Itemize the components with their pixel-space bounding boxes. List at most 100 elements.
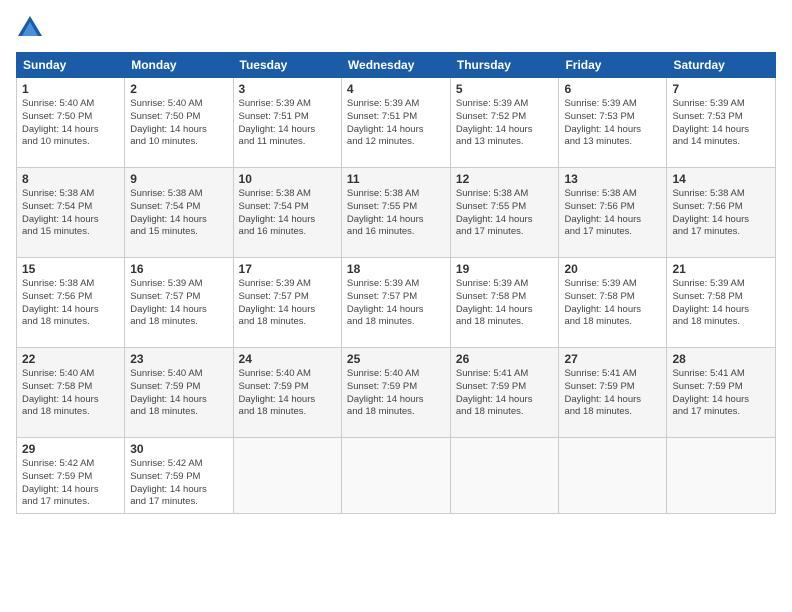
- day-number: 27: [564, 352, 661, 366]
- calendar-cell: 28 Sunrise: 5:41 AM Sunset: 7:59 PM Dayli…: [667, 348, 776, 438]
- calendar-cell: 16 Sunrise: 5:39 AM Sunset: 7:57 PM Dayli…: [125, 258, 233, 348]
- day-info: Sunrise: 5:39 AM Sunset: 7:52 PM Dayligh…: [456, 98, 554, 149]
- day-info: Sunrise: 5:39 AM Sunset: 7:53 PM Dayligh…: [564, 98, 661, 149]
- calendar-cell: 10Sunrise: 5:38 AM Sunset: 7:54 PM Dayli…: [233, 168, 341, 258]
- logo: [16, 14, 48, 42]
- calendar-cell: [341, 438, 450, 514]
- day-number: 1: [22, 82, 119, 96]
- day-number: 28: [672, 352, 770, 366]
- calendar-cell: 13 Sunrise: 5:38 AM Sunset: 7:56 PM Dayli…: [559, 168, 667, 258]
- day-info: Sunrise: 5:39 AM Sunset: 7:53 PM Dayligh…: [672, 98, 770, 149]
- day-info: Sunrise: 5:41 AM Sunset: 7:59 PM Dayligh…: [564, 368, 661, 419]
- calendar-week-row: 1 Sunrise: 5:40 AM Sunset: 7:50 PM Daylig…: [17, 78, 776, 168]
- logo-icon: [16, 14, 44, 42]
- calendar-week-row: 15 Sunrise: 5:38 AM Sunset: 7:56 PM Dayli…: [17, 258, 776, 348]
- day-number: 26: [456, 352, 554, 366]
- day-info: Sunrise: 5:41 AM Sunset: 7:59 PM Dayligh…: [672, 368, 770, 419]
- day-number: 13: [564, 172, 661, 186]
- day-number: 23: [130, 352, 227, 366]
- day-info: Sunrise: 5:38 AM Sunset: 7:56 PM Dayligh…: [564, 188, 661, 239]
- calendar-cell: 18 Sunrise: 5:39 AM Sunset: 7:57 PM Dayli…: [341, 258, 450, 348]
- calendar-cell: 21 Sunrise: 5:39 AM Sunset: 7:58 PM Dayli…: [667, 258, 776, 348]
- day-number: 20: [564, 262, 661, 276]
- day-number: 9: [130, 172, 227, 186]
- day-info: Sunrise: 5:38 AM Sunset: 7:54 PM Dayligh…: [239, 188, 336, 239]
- day-info: Sunrise: 5:40 AM Sunset: 7:50 PM Dayligh…: [22, 98, 119, 149]
- calendar-header-row: SundayMondayTuesdayWednesdayThursdayFrid…: [17, 53, 776, 78]
- day-number: 12: [456, 172, 554, 186]
- day-number: 15: [22, 262, 119, 276]
- day-info: Sunrise: 5:39 AM Sunset: 7:57 PM Dayligh…: [347, 278, 445, 329]
- calendar-header-tuesday: Tuesday: [233, 53, 341, 78]
- calendar-cell: 20 Sunrise: 5:39 AM Sunset: 7:58 PM Dayli…: [559, 258, 667, 348]
- day-number: 14: [672, 172, 770, 186]
- day-number: 2: [130, 82, 227, 96]
- calendar-cell: 7 Sunrise: 5:39 AM Sunset: 7:53 PM Daylig…: [667, 78, 776, 168]
- day-info: Sunrise: 5:39 AM Sunset: 7:51 PM Dayligh…: [347, 98, 445, 149]
- day-info: Sunrise: 5:39 AM Sunset: 7:57 PM Dayligh…: [239, 278, 336, 329]
- day-number: 30: [130, 442, 227, 456]
- day-info: Sunrise: 5:39 AM Sunset: 7:58 PM Dayligh…: [564, 278, 661, 329]
- calendar-header-sunday: Sunday: [17, 53, 125, 78]
- calendar-week-row: 22 Sunrise: 5:40 AM Sunset: 7:58 PM Dayli…: [17, 348, 776, 438]
- day-info: Sunrise: 5:38 AM Sunset: 7:56 PM Dayligh…: [22, 278, 119, 329]
- calendar-cell: [667, 438, 776, 514]
- day-number: 19: [456, 262, 554, 276]
- day-number: 22: [22, 352, 119, 366]
- calendar-cell: 4Sunrise: 5:39 AM Sunset: 7:51 PM Daylig…: [341, 78, 450, 168]
- day-number: 24: [239, 352, 336, 366]
- calendar-header-friday: Friday: [559, 53, 667, 78]
- day-info: Sunrise: 5:40 AM Sunset: 7:59 PM Dayligh…: [239, 368, 336, 419]
- day-number: 8: [22, 172, 119, 186]
- day-info: Sunrise: 5:39 AM Sunset: 7:58 PM Dayligh…: [456, 278, 554, 329]
- calendar-cell: [450, 438, 559, 514]
- day-number: 17: [239, 262, 336, 276]
- calendar-cell: [233, 438, 341, 514]
- calendar-header-wednesday: Wednesday: [341, 53, 450, 78]
- calendar-cell: 6 Sunrise: 5:39 AM Sunset: 7:53 PM Daylig…: [559, 78, 667, 168]
- calendar-cell: 26 Sunrise: 5:41 AM Sunset: 7:59 PM Dayli…: [450, 348, 559, 438]
- calendar-cell: 14Sunrise: 5:38 AM Sunset: 7:56 PM Dayli…: [667, 168, 776, 258]
- day-info: Sunrise: 5:39 AM Sunset: 7:51 PM Dayligh…: [239, 98, 336, 149]
- day-info: Sunrise: 5:41 AM Sunset: 7:59 PM Dayligh…: [456, 368, 554, 419]
- day-number: 18: [347, 262, 445, 276]
- day-number: 3: [239, 82, 336, 96]
- day-number: 29: [22, 442, 119, 456]
- calendar-cell: 5Sunrise: 5:39 AM Sunset: 7:52 PM Daylig…: [450, 78, 559, 168]
- day-info: Sunrise: 5:40 AM Sunset: 7:59 PM Dayligh…: [130, 368, 227, 419]
- calendar-cell: 11 Sunrise: 5:38 AM Sunset: 7:55 PM Dayli…: [341, 168, 450, 258]
- calendar-cell: [559, 438, 667, 514]
- day-info: Sunrise: 5:38 AM Sunset: 7:54 PM Dayligh…: [22, 188, 119, 239]
- day-info: Sunrise: 5:39 AM Sunset: 7:57 PM Dayligh…: [130, 278, 227, 329]
- calendar-cell: 15 Sunrise: 5:38 AM Sunset: 7:56 PM Dayli…: [17, 258, 125, 348]
- day-info: Sunrise: 5:40 AM Sunset: 7:59 PM Dayligh…: [347, 368, 445, 419]
- calendar-cell: 8 Sunrise: 5:38 AM Sunset: 7:54 PM Daylig…: [17, 168, 125, 258]
- day-number: 21: [672, 262, 770, 276]
- page: SundayMondayTuesdayWednesdayThursdayFrid…: [0, 0, 792, 612]
- day-number: 11: [347, 172, 445, 186]
- calendar-cell: 2 Sunrise: 5:40 AM Sunset: 7:50 PM Daylig…: [125, 78, 233, 168]
- calendar-cell: 23 Sunrise: 5:40 AM Sunset: 7:59 PM Dayli…: [125, 348, 233, 438]
- day-number: 7: [672, 82, 770, 96]
- day-number: 16: [130, 262, 227, 276]
- calendar-cell: 17 Sunrise: 5:39 AM Sunset: 7:57 PM Dayli…: [233, 258, 341, 348]
- calendar-cell: 24 Sunrise: 5:40 AM Sunset: 7:59 PM Dayli…: [233, 348, 341, 438]
- calendar-cell: 30 Sunrise: 5:42 AM Sunset: 7:59 PM Dayli…: [125, 438, 233, 514]
- calendar-cell: 25 Sunrise: 5:40 AM Sunset: 7:59 PM Dayli…: [341, 348, 450, 438]
- calendar-cell: 3 Sunrise: 5:39 AM Sunset: 7:51 PM Daylig…: [233, 78, 341, 168]
- day-number: 6: [564, 82, 661, 96]
- day-info: Sunrise: 5:40 AM Sunset: 7:58 PM Dayligh…: [22, 368, 119, 419]
- day-info: Sunrise: 5:42 AM Sunset: 7:59 PM Dayligh…: [22, 458, 119, 509]
- calendar-header-thursday: Thursday: [450, 53, 559, 78]
- header: [16, 14, 776, 42]
- calendar-cell: 12Sunrise: 5:38 AM Sunset: 7:55 PM Dayli…: [450, 168, 559, 258]
- calendar-cell: 19 Sunrise: 5:39 AM Sunset: 7:58 PM Dayli…: [450, 258, 559, 348]
- day-info: Sunrise: 5:38 AM Sunset: 7:55 PM Dayligh…: [347, 188, 445, 239]
- day-info: Sunrise: 5:42 AM Sunset: 7:59 PM Dayligh…: [130, 458, 227, 509]
- day-info: Sunrise: 5:39 AM Sunset: 7:58 PM Dayligh…: [672, 278, 770, 329]
- day-info: Sunrise: 5:40 AM Sunset: 7:50 PM Dayligh…: [130, 98, 227, 149]
- calendar-week-row: 8 Sunrise: 5:38 AM Sunset: 7:54 PM Daylig…: [17, 168, 776, 258]
- calendar-week-row: 29 Sunrise: 5:42 AM Sunset: 7:59 PM Dayli…: [17, 438, 776, 514]
- calendar-table: SundayMondayTuesdayWednesdayThursdayFrid…: [16, 52, 776, 514]
- day-number: 25: [347, 352, 445, 366]
